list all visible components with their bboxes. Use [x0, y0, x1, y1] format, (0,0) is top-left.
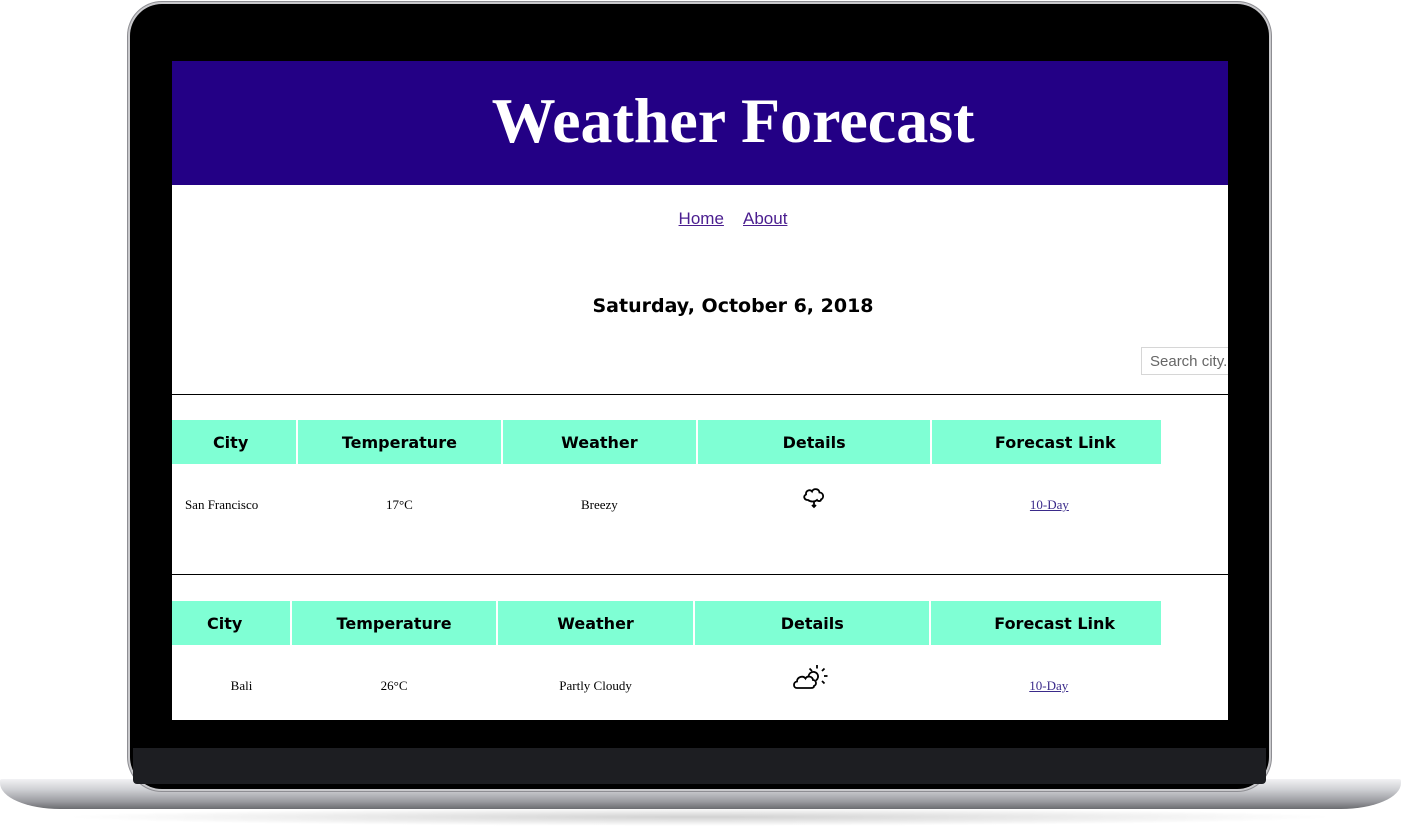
table-header-row: City Temperature Weather Details Forecas…	[172, 420, 1161, 464]
header-weather: Weather	[502, 420, 697, 464]
nav-bar: Home About	[172, 209, 1228, 229]
header-city: City	[172, 420, 297, 464]
header-weather: Weather	[497, 601, 694, 645]
details-cell	[695, 645, 929, 720]
nav-about-link[interactable]: About	[743, 209, 787, 228]
header-city: City	[172, 601, 291, 645]
forecast-link[interactable]: 10-Day	[1030, 497, 1069, 512]
header-details: Details	[695, 601, 930, 645]
weather-cell: Breezy	[581, 497, 618, 512]
breezy-icon	[801, 484, 827, 514]
page-title: Weather Forecast	[491, 85, 975, 156]
header-details: Details	[698, 420, 930, 464]
current-date: Saturday, October 6, 2018	[592, 295, 874, 317]
laptop-chin	[133, 748, 1266, 784]
city-cell: San Francisco	[184, 497, 259, 512]
weather-table: City Temperature Weather Details Forecas…	[172, 420, 1163, 546]
header-temperature: Temperature	[298, 420, 501, 464]
browser-viewport: Weather Forecast Home About Saturday, Oc…	[172, 61, 1228, 720]
nav-home-link[interactable]: Home	[679, 209, 724, 228]
header-forecast: Forecast Link	[931, 420, 1161, 464]
header-temperature: Temperature	[292, 601, 496, 645]
city-cell: Bali	[230, 678, 253, 693]
table-row: Bali 26°C Partly Cloudy 10-Day	[172, 645, 1161, 720]
weather-table: City Temperature Weather Details Forecas…	[172, 601, 1163, 720]
table-header-row: City Temperature Weather Details Forecas…	[172, 601, 1161, 645]
header-banner: Weather Forecast	[172, 61, 1228, 185]
search-input[interactable]	[1141, 347, 1228, 375]
table-row: San Francisco 17°C Breezy 10-Day	[172, 464, 1161, 546]
divider	[172, 394, 1228, 395]
partly-cloudy-icon	[792, 663, 832, 697]
forecast-cell: 10-Day	[931, 645, 1161, 720]
forecast-link[interactable]: 10-Day	[1029, 678, 1068, 693]
header-forecast: Forecast Link	[931, 601, 1161, 645]
weather-cell: Partly Cloudy	[559, 678, 632, 693]
temperature-cell: 17°C	[385, 497, 413, 512]
laptop-shadow	[60, 808, 1340, 826]
forecast-cell: 10-Day	[932, 464, 1161, 546]
details-cell	[698, 464, 930, 546]
divider	[172, 574, 1228, 575]
temperature-cell: 26°C	[380, 678, 408, 693]
